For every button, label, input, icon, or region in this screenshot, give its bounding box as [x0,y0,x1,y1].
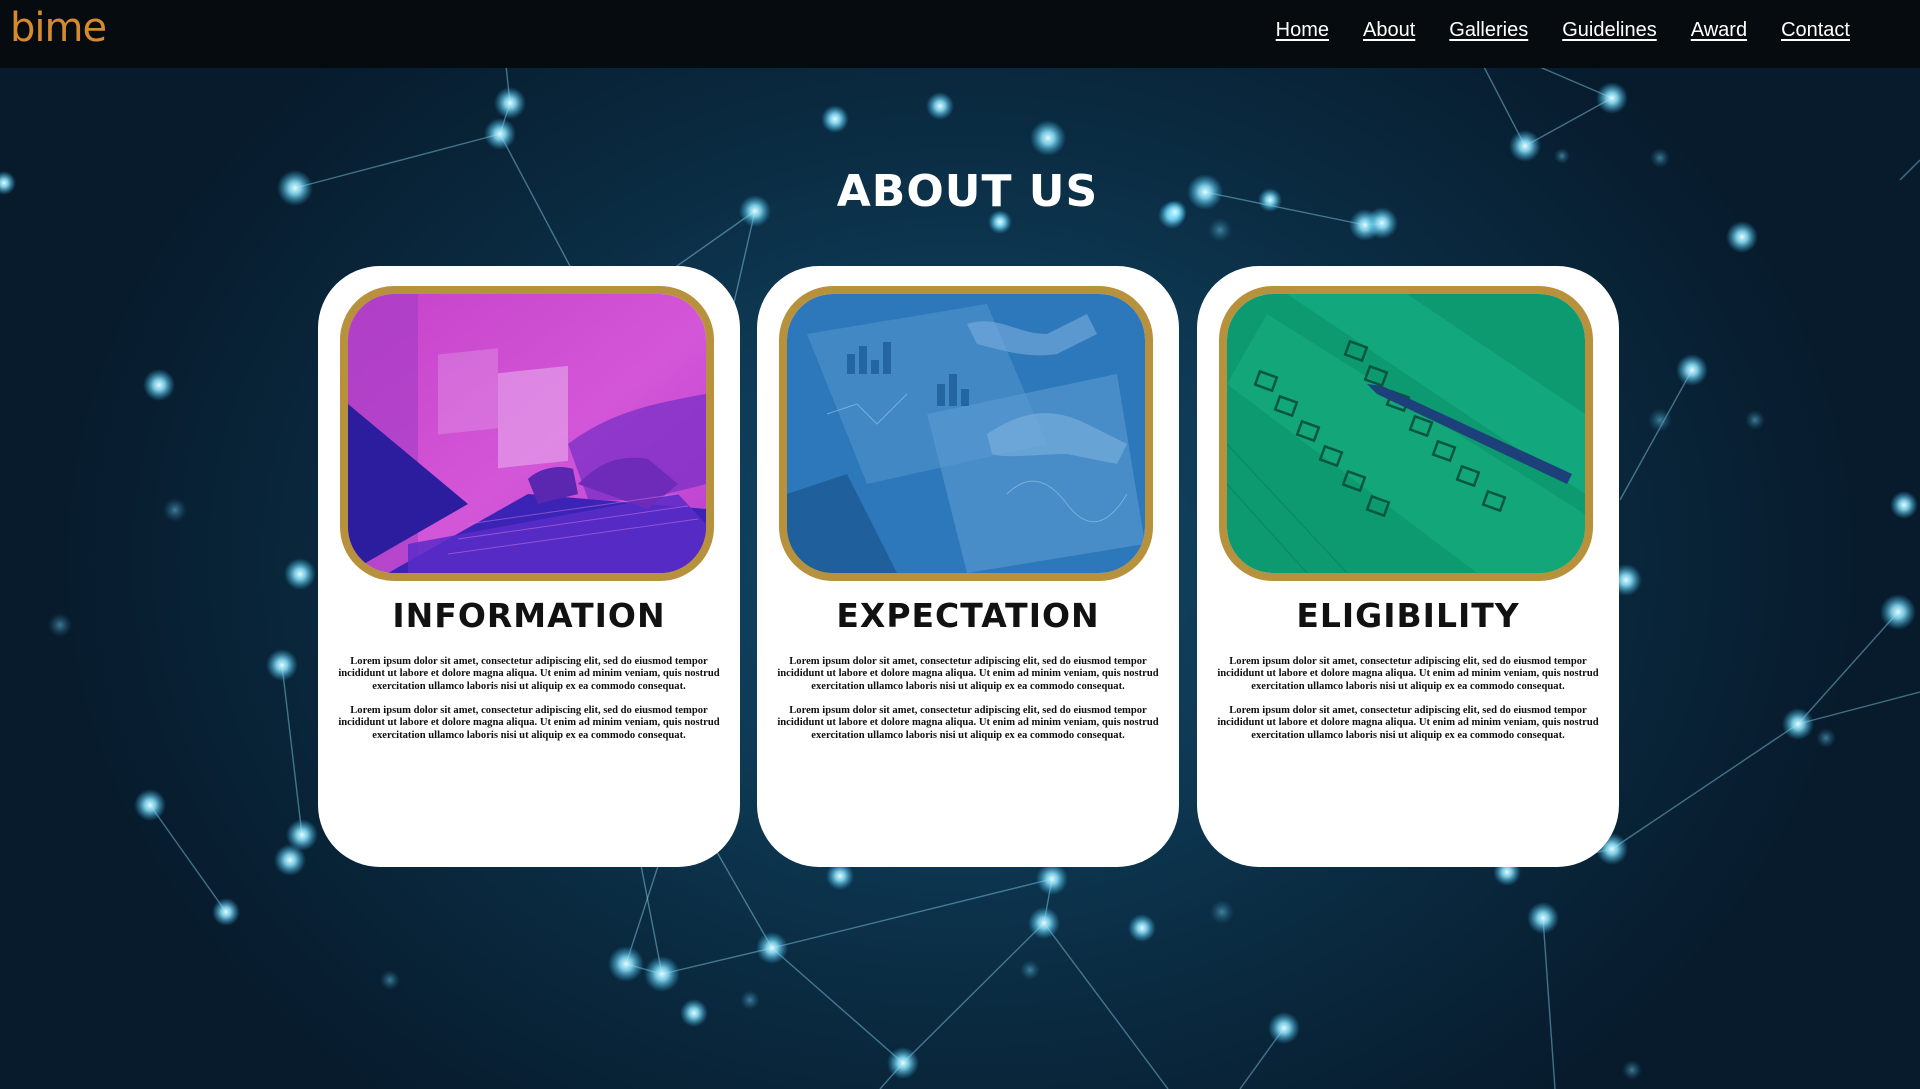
card-paragraph: Lorem ipsum dolor sit amet, consectetur … [338,705,720,741]
card-paragraph: Lorem ipsum dolor sit amet, consectetur … [1217,656,1599,692]
nav-link-guidelines[interactable]: Guidelines [1562,19,1657,42]
main-nav: Home About Galleries Guidelines Award Co… [1276,0,1850,60]
card-title: INFORMATION [392,596,666,635]
documents-charts-photo [779,286,1153,581]
top-navigation-bar: bime Home About Galleries Guidelines Awa… [0,0,1920,68]
laptop-typing-image [348,294,706,573]
card-paragraph: Lorem ipsum dolor sit amet, consectetur … [777,705,1159,741]
card-title: ELIGIBILITY [1296,596,1520,635]
nav-link-award[interactable]: Award [1691,19,1747,42]
nav-link-home[interactable]: Home [1276,19,1329,42]
nav-link-contact[interactable]: Contact [1781,19,1850,42]
card-paragraph: Lorem ipsum dolor sit amet, consectetur … [777,656,1159,692]
card-paragraph: Lorem ipsum dolor sit amet, consectetur … [1217,705,1599,741]
brand-logo[interactable]: bime [10,8,107,48]
card-expectation: EXPECTATION Lorem ipsum dolor sit amet, … [757,266,1179,867]
nav-link-galleries[interactable]: Galleries [1449,19,1528,42]
card-paragraph: Lorem ipsum dolor sit amet, consectetur … [338,656,720,692]
documents-charts-image [787,294,1145,573]
page-title: ABOUT US [836,166,1099,217]
checklist-pen-image [1227,294,1585,573]
checklist-pen-photo [1219,286,1593,581]
laptop-typing-photo [340,286,714,581]
card-eligibility: ELIGIBILITY Lorem ipsum dolor sit amet, … [1197,266,1619,867]
nav-link-about[interactable]: About [1363,19,1415,42]
card-information: INFORMATION Lorem ipsum dolor sit amet, … [318,266,740,867]
card-title: EXPECTATION [836,596,1100,635]
